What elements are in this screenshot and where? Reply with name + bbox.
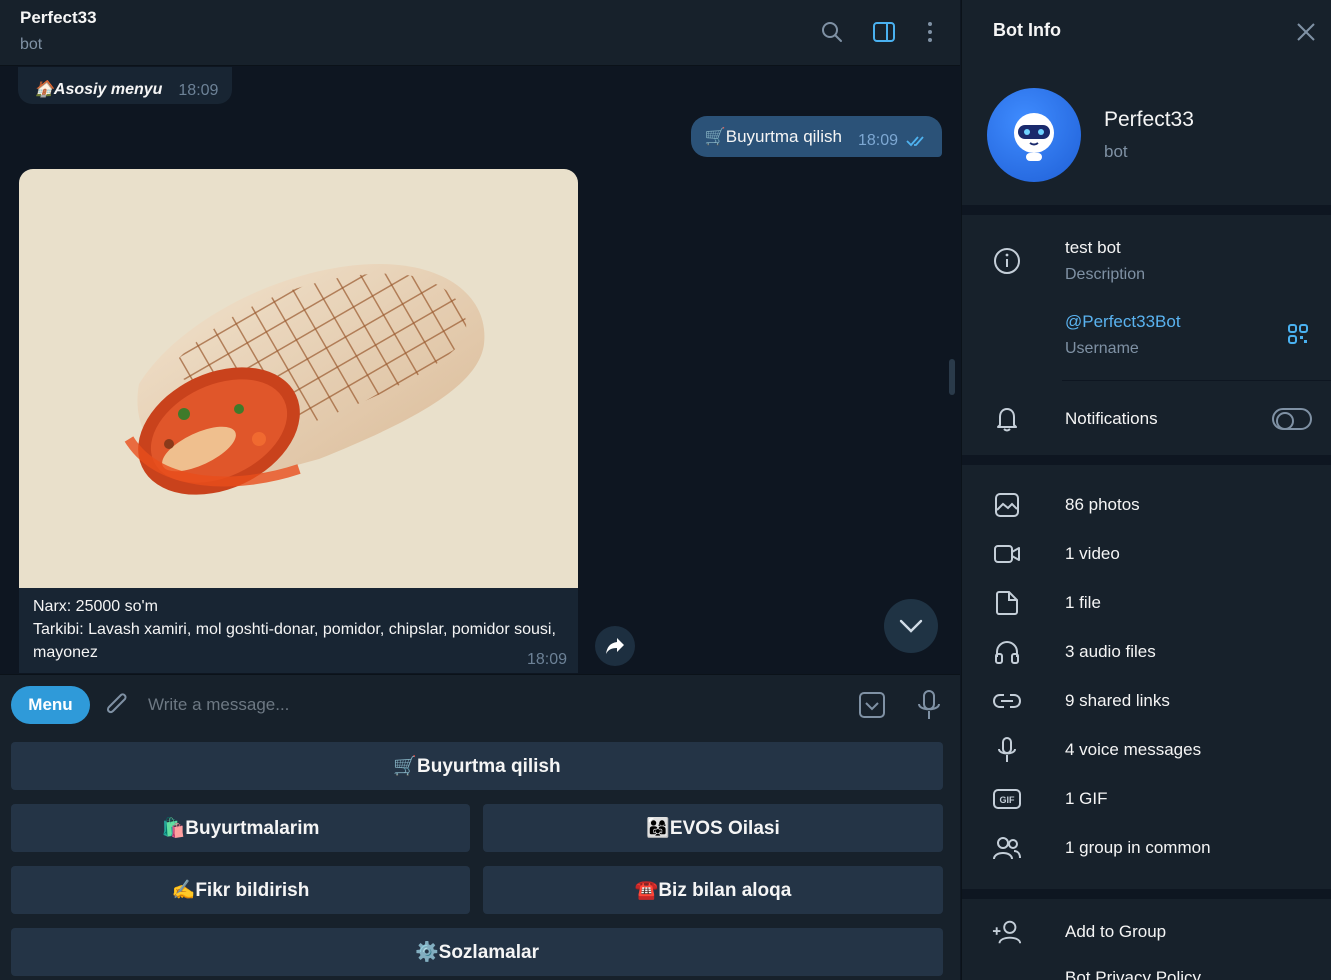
media-row-file[interactable]: 1 file [962,579,1331,627]
media-row-video[interactable]: 1 video [962,530,1331,578]
media-row-label: 3 audio files [1065,642,1156,661]
media-row-label: 9 shared links [1065,691,1170,710]
keyboard-button-order[interactable]: 🛒Buyurtma qilish [11,742,943,790]
qr-code-icon[interactable] [1287,323,1309,345]
microphone-icon[interactable] [916,689,942,721]
bell-icon [992,404,1022,434]
chat-title[interactable]: Perfect33 [20,8,97,28]
scrollbar-thumb[interactable] [949,359,955,395]
add-to-group-row[interactable]: Add to Group [962,908,1331,956]
double-check-icon [906,134,930,148]
info-title: Bot Info [993,20,1061,40]
caption-ingredients: Tarkibi: Lavash xamiri, mol goshti-donar… [33,621,556,661]
compose-bar: Menu [0,674,960,736]
bot-menu-button[interactable]: Menu [11,686,90,724]
media-row-label: 1 file [1065,593,1101,612]
media-row-microphone[interactable]: 4 voice messages [962,726,1331,774]
avatar[interactable] [987,88,1081,182]
keyboard-button-feedback[interactable]: ✍️Fikr bildirish [11,866,470,914]
bot-info-panel: Bot Info Perfect33 bot test bot Descript… [961,0,1331,980]
section-separator [962,205,1331,215]
chevron-down-icon [899,619,923,633]
bot-keyboard-icon[interactable] [858,691,886,719]
privacy-policy-link[interactable]: Bot Privacy Policy [1065,968,1201,980]
telegram-window: Perfect33 bot 🏠Asosiy menyu 18:09 🛒Buyur… [0,0,1331,980]
gif-icon: GIF [992,784,1022,814]
description-label: Description [1065,266,1146,283]
media-row-gif[interactable]: GIF 1 GIF [962,775,1331,823]
message-text: 🏠Asosiy menyu [34,80,163,98]
file-icon [992,588,1022,618]
shawarma-photo[interactable] [19,169,578,588]
keyboard-button-contact[interactable]: ☎️Biz bilan aloqa [483,866,943,914]
message-time: 18:09 [857,131,898,149]
notifications-toggle[interactable] [1272,408,1312,430]
info-icon [992,246,1022,276]
notifications-label: Notifications [1065,409,1158,428]
reply-keyboard: 🛒Buyurtma qilish 🛍️Buyurtmalarim 👨‍👩‍👧EV… [0,736,960,980]
media-row-headphones[interactable]: 3 audio files [962,628,1331,676]
chat-header: Perfect33 bot [0,0,960,66]
caption-price: Narx: 25000 so'm [33,598,158,615]
message-time: 18:09 [526,651,567,668]
svg-text:GIF: GIF [1000,795,1016,805]
photo-caption: Narx: 25000 so'm Tarkibi: Lavash xamiri,… [33,595,568,664]
keyboard-button-settings[interactable]: ⚙️Sozlamalar [11,928,943,976]
section-separator [962,455,1331,465]
media-row-link[interactable]: 9 shared links [962,677,1331,725]
info-header: Bot Info [962,0,1331,62]
add-to-group-label: Add to Group [1065,922,1167,941]
attach-icon[interactable] [104,691,132,721]
bot-name: Perfect33 [1104,108,1194,131]
media-row-group[interactable]: 1 group in common [962,824,1331,872]
outgoing-message[interactable]: 🛒Buyurtma qilish 18:09 [690,116,942,157]
forward-icon[interactable] [595,626,635,666]
video-icon [992,539,1022,569]
section-separator [962,889,1331,899]
photo-icon [992,490,1022,520]
headphones-icon [992,637,1022,667]
media-row-label: 1 video [1065,544,1120,563]
media-row-label: 1 GIF [1065,789,1108,808]
message-time: 18:09 [178,81,219,99]
message-input[interactable] [148,689,828,721]
link-icon [992,686,1022,716]
add-user-icon [992,917,1022,947]
message-text: 🛒Buyurtma qilish [704,126,842,146]
keyboard-button-my-orders[interactable]: 🛍️Buyurtmalarim [11,804,470,852]
close-icon[interactable] [1292,18,1320,46]
bot-status: bot [1104,142,1128,161]
divider [1062,380,1331,381]
username-label: Username [1065,340,1139,357]
chat-panel: Perfect33 bot 🏠Asosiy menyu 18:09 🛒Buyur… [0,0,960,980]
search-icon[interactable] [818,18,846,46]
media-row-photo[interactable]: 86 photos [962,481,1331,529]
more-vertical-icon[interactable] [916,18,944,46]
media-row-label: 4 voice messages [1065,740,1202,759]
robot-icon [1014,113,1054,161]
description-value[interactable]: test bot [1065,238,1121,258]
incoming-message[interactable]: 🏠Asosiy menyu 18:09 [18,67,233,104]
photo-message[interactable]: Narx: 25000 so'm Tarkibi: Lavash xamiri,… [19,169,578,673]
media-row-label: 1 group in common [1065,838,1211,857]
group-icon [992,833,1022,863]
media-row-label: 86 photos [1065,495,1140,514]
scroll-down-button[interactable] [884,599,938,653]
keyboard-button-evos-family[interactable]: 👨‍👩‍👧EVOS Oilasi [483,804,943,852]
username-value[interactable]: @Perfect33Bot [1065,312,1181,332]
microphone-icon [992,735,1022,765]
chat-subtitle: bot [20,36,43,53]
sidebar-toggle-icon[interactable] [870,18,898,46]
message-list[interactable]: 🏠Asosiy menyu 18:09 🛒Buyurtma qilish 18:… [0,67,960,673]
